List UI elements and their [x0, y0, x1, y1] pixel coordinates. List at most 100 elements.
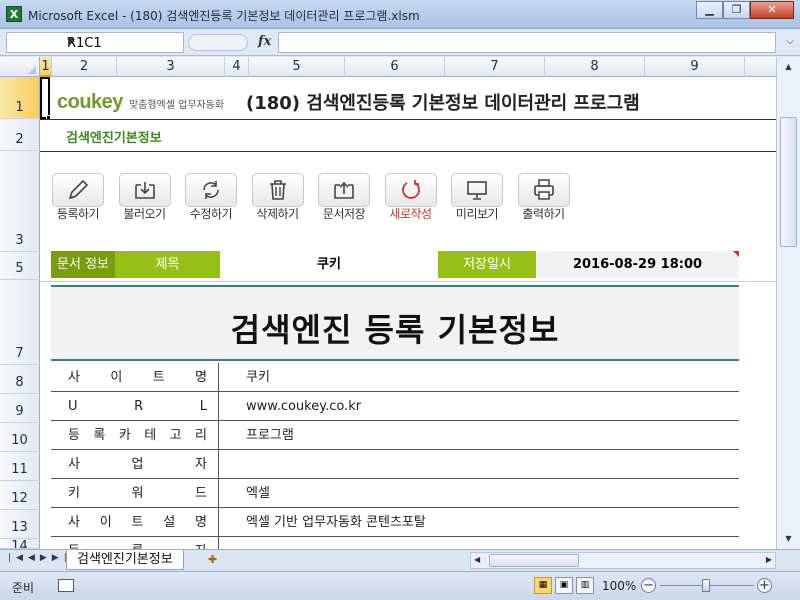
column-header[interactable]: 4 — [225, 57, 249, 77]
row-header[interactable]: 13 — [0, 510, 40, 539]
insert-sheet-icon[interactable]: ✚ — [208, 553, 226, 567]
row-header[interactable]: 3 — [0, 151, 40, 252]
field-table: 사 이 트 명 쿠키 U R Lwww.coukey.co.kr 등 록 카 테 고 리 프로그램 사 업 자 키 워… — [51, 363, 739, 549]
register-button[interactable]: 등록하기 — [51, 173, 105, 222]
vertical-scroll-thumb[interactable] — [780, 117, 797, 247]
coukey-logo: coukey 맞춤형엑셀 업무자동화 — [57, 91, 224, 114]
field-label: 사이트명 — [56, 363, 211, 392]
new-button[interactable]: 새로작성 — [384, 173, 438, 222]
column-header[interactable]: 9 — [645, 57, 745, 77]
field-label-char: 업 — [131, 457, 144, 472]
worksheet[interactable]: coukey 맞춤형엑셀 업무자동화 (180) 검색엔진등록 기본정보 데이터… — [40, 77, 776, 549]
pencil-icon — [52, 173, 104, 207]
document-title: (180) 검색엔진등록 기본정보 데이터관리 프로그램 — [246, 93, 640, 114]
column-header[interactable]: 3 — [117, 57, 225, 77]
register-button-label: 등록하기 — [56, 207, 100, 221]
row-header[interactable]: 2 — [0, 119, 40, 151]
field-label-char: 록 — [132, 537, 144, 549]
field-value[interactable]: 쿠키 — [246, 363, 270, 392]
field-value[interactable]: 엑셀 — [246, 479, 270, 508]
edit-button[interactable]: 수정하기 — [184, 173, 238, 222]
select-all-corner[interactable] — [0, 57, 40, 77]
row-header[interactable]: 14 — [0, 539, 40, 549]
divider — [40, 151, 776, 152]
tab-navigation-icons[interactable]: |◀◀▶▶| — [8, 553, 72, 563]
field-label-char: 등 — [68, 428, 80, 443]
chevron-down-icon[interactable]: ▼ — [67, 37, 179, 47]
field-label: 사이트설명 — [56, 508, 211, 537]
section-subtitle: 검색엔진기본정보 — [66, 131, 162, 146]
field-label-char: 트 — [152, 370, 165, 385]
field-label-char: 리 — [195, 428, 207, 443]
field-value[interactable]: www.coukey.co.kr — [246, 392, 361, 421]
scroll-right-icon[interactable]: ▶ — [766, 555, 772, 564]
cell-divider — [218, 392, 219, 421]
zoom-out-icon[interactable]: − — [641, 578, 656, 593]
logo-text: coukey — [57, 91, 123, 113]
column-header[interactable]: 5 — [249, 57, 345, 77]
scroll-left-icon[interactable]: ◀ — [474, 555, 480, 564]
field-label-char: U — [68, 399, 78, 414]
form-title-box: 검색엔진 등록 기본정보 — [51, 285, 739, 361]
scroll-up-icon[interactable]: ▲ — [781, 60, 796, 74]
vertical-scrollbar[interactable]: ▲ ▼ — [776, 57, 800, 549]
column-header[interactable]: 1 — [40, 57, 52, 77]
zoom-slider-knob[interactable] — [702, 579, 710, 592]
row-header[interactable]: 7 — [0, 280, 40, 365]
field-label-char: L — [199, 399, 207, 414]
field-value[interactable]: 프로그램 — [246, 421, 294, 450]
field-value[interactable]: 엑셀 기반 업무자동화 콘텐츠포탈 — [246, 508, 426, 537]
row-header[interactable]: 11 — [0, 452, 40, 481]
preview-button[interactable]: 미리보기 — [450, 173, 504, 222]
load-button-label: 불러오기 — [123, 207, 166, 221]
load-button[interactable]: 불러오기 — [118, 173, 172, 222]
print-button[interactable]: 출력하기 — [517, 173, 571, 222]
excel-app-icon[interactable]: X — [6, 6, 22, 22]
field-label-char: 사 — [68, 370, 80, 385]
save-doc-button[interactable]: 문서저장 — [317, 173, 371, 222]
row-header[interactable]: 12 — [0, 481, 40, 510]
row-header[interactable]: 5 — [0, 252, 40, 280]
sheet-tab-search-engine-info[interactable]: 검색엔진기본정보 — [66, 550, 184, 570]
download-tray-icon — [118, 173, 171, 207]
monitor-icon — [451, 173, 503, 207]
horizontal-scrollbar[interactable]: ◀ ▶ — [470, 552, 776, 569]
field-label-char: 명 — [195, 515, 207, 530]
field-label-char: 워 — [131, 486, 144, 501]
formula-cancel-enter-area — [188, 34, 248, 51]
saved-at-cell[interactable]: 2016-08-29 18:00 — [536, 251, 739, 278]
minimize-button[interactable]: ▁ — [696, 1, 723, 19]
row-header[interactable]: 10 — [0, 423, 40, 452]
title-bar: X Microsoft Excel - (180) 검색엔진등록 기본정보 데이… — [0, 0, 800, 29]
row-header[interactable]: 1 — [0, 77, 40, 119]
page-layout-view-icon[interactable]: ▣ — [555, 577, 573, 594]
column-header[interactable]: 7 — [445, 57, 545, 77]
zoom-level[interactable]: 100% — [602, 579, 636, 593]
field-label-char: 사 — [68, 515, 80, 530]
cell-divider — [218, 479, 219, 508]
zoom-in-icon[interactable]: + — [757, 578, 772, 593]
title-value-cell[interactable]: 쿠키 — [220, 251, 438, 278]
maximize-button[interactable]: ❐ — [723, 1, 750, 19]
field-label-char: 키 — [68, 486, 80, 501]
horizontal-scroll-thumb[interactable] — [489, 554, 579, 567]
close-button[interactable]: ✕ — [750, 1, 794, 19]
name-box[interactable]: R1C1 ▼ — [6, 32, 184, 53]
scroll-down-icon[interactable]: ▼ — [781, 532, 796, 546]
column-header[interactable]: 6 — [345, 57, 445, 77]
column-header[interactable]: 2 — [52, 57, 117, 77]
macro-record-icon[interactable] — [58, 579, 74, 592]
page-break-view-icon[interactable]: ▥ — [576, 577, 594, 594]
column-header[interactable]: 8 — [545, 57, 645, 77]
normal-view-icon[interactable]: ▦ — [534, 577, 552, 594]
row-header[interactable]: 8 — [0, 365, 40, 394]
saved-at-value: 2016-08-29 18:00 — [572, 257, 703, 272]
field-label: 사업자 — [56, 450, 211, 479]
delete-button[interactable]: 삭제하기 — [251, 173, 305, 222]
expand-formula-bar-icon[interactable]: ⌵ — [786, 36, 794, 47]
row-header[interactable]: 9 — [0, 394, 40, 423]
insert-function-icon[interactable]: fx — [258, 34, 271, 49]
formula-bar: R1C1 ▼ fx ⌵ — [0, 29, 800, 56]
table-row: 등 록 카 테 고 리 프로그램 — [51, 421, 739, 450]
formula-input[interactable] — [278, 32, 776, 53]
